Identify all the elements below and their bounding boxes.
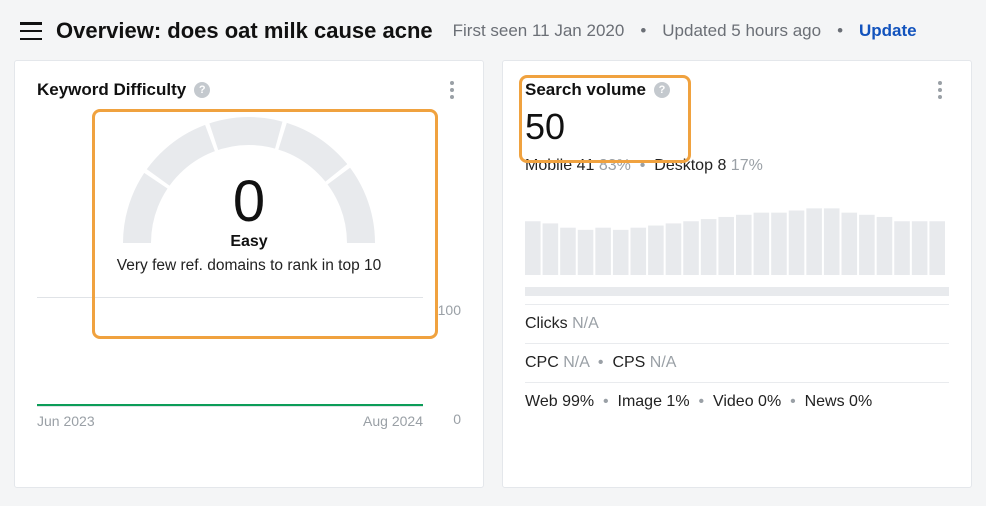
kd-card-title: Keyword Difficulty <box>37 80 186 100</box>
sv-card-title: Search volume <box>525 80 646 100</box>
kd-gauge: 0 Easy Very few ref. domains to rank in … <box>15 113 483 275</box>
sv-device-breakdown: Mobile 41 83% • Desktop 8 17% <box>503 147 971 175</box>
kd-more-menu-button[interactable] <box>441 79 463 101</box>
update-link[interactable]: Update <box>859 21 917 41</box>
hamburger-menu-button[interactable] <box>20 22 42 40</box>
page-header: Overview: does oat milk cause acne First… <box>0 0 986 60</box>
kd-sparkline <box>37 404 423 407</box>
sv-total-value: 50 <box>503 107 971 147</box>
kd-y-axis-max: 100 <box>438 302 461 318</box>
kd-y-axis-min: 0 <box>453 411 461 427</box>
help-icon[interactable]: ? <box>654 82 670 98</box>
kd-score: 0 <box>233 173 265 231</box>
kd-description: Very few ref. domains to rank in top 10 <box>117 257 382 275</box>
first-seen-meta: First seen 11 Jan 2020 <box>453 21 625 41</box>
meta-separator: • <box>638 21 648 41</box>
keyword-difficulty-card: Keyword Difficulty ? 0 Easy Very few ref… <box>14 60 484 488</box>
page-title: Overview: does oat milk cause acne <box>56 18 439 44</box>
meta-separator: • <box>835 21 845 41</box>
kd-trend-chart: 100 0 Jun 2023 Aug 2024 <box>37 297 461 429</box>
sv-more-menu-button[interactable] <box>929 79 951 101</box>
sv-source-distribution-row: Web 99% • Image 1% • Video 0% • News 0% <box>503 383 971 421</box>
kd-x-axis-end: Aug 2024 <box>363 413 423 429</box>
sv-cpc-cps-row: CPC N/A • CPS N/A <box>503 344 971 382</box>
updated-meta: Updated 5 hours ago <box>662 21 821 41</box>
sv-trend-bars <box>525 189 945 275</box>
sv-clicks-row: Clicks N/A <box>503 305 971 343</box>
kd-x-axis-start: Jun 2023 <box>37 413 95 429</box>
sv-distribution-strip <box>525 287 949 296</box>
search-volume-card: Search volume ? 50 Mobile 41 83% • Deskt… <box>502 60 972 488</box>
help-icon[interactable]: ? <box>194 82 210 98</box>
